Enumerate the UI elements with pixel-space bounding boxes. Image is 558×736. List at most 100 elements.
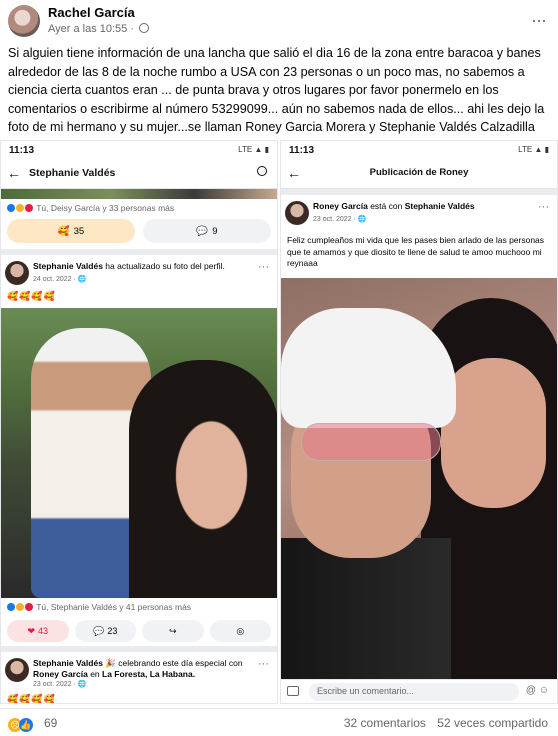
inner-date: 24 oct. 2022 · 🌐 [33,275,86,283]
more-options-button[interactable]: ··· [531,10,547,31]
inner-date-text-2: 23 oct. 2022 · [33,681,78,688]
inner-avatar [5,261,29,285]
couple-photo [1,308,277,598]
comment-icon: 💬 [196,225,209,237]
like-icon [7,204,15,212]
reactions-text: Tú, Deisy García y 33 personas más [36,203,175,213]
right-avatar [285,201,309,225]
post-footer: ☹👍 69 32 comentarios 52 veces compartido [0,708,558,736]
reaction-count[interactable]: 69 [44,716,57,730]
photo-person-woman [129,360,277,598]
inner-author-line-2: Stephanie Valdés 🎉 celebrando este día e… [33,658,243,680]
love-icon [25,204,33,212]
inner-more-icon: ··· [258,261,269,273]
post-meta: Ayer a las 10:55 · [48,23,150,35]
right-date: 23 oct. 2022 · 🌐 [313,215,366,223]
place-prefix: en [90,669,100,679]
love-button: ❤ 43 [7,620,69,642]
whatsapp-button: ◎ [209,620,271,642]
photo-man-shirt [281,537,451,682]
shares-count-link[interactable]: 52 veces compartido [437,716,548,730]
action-buttons: ❤ 43 💬 23 ↪ ◎ [1,616,277,646]
whatsapp-icon: ◎ [236,625,245,636]
comment-icons: @ ☺ [526,685,549,696]
right-more-icon: ··· [538,201,549,213]
inner-avatar-2 [5,658,29,682]
inner-post-header-2: Stephanie Valdés 🎉 celebrando este día e… [1,652,277,692]
emoji-icon: ☺ [538,685,549,696]
post-header: Rachel García Ayer a las 10:55 · ··· [0,0,558,40]
love-count: 43 [38,626,49,636]
inner-emojis: 🥰🥰🥰🥰 [7,291,56,301]
right-post-header: Roney García está con Stephanie Valdés 2… [281,195,557,229]
profile-title: Stephanie Valdés [29,167,116,179]
inner-author-line: Stephanie Valdés ha actualizado su foto … [33,261,243,272]
care-icon [16,204,24,212]
party-icon: 🎉 [105,658,116,668]
photo-strip [1,189,277,199]
comment-button: 💬 9 [143,219,271,243]
care-emoji-icon: 🥰 [57,225,70,237]
screenshot-right: 11:13 LTE ▲ ▮ ← Publicación de Roney Ron… [280,140,558,704]
inner-date-text: 24 oct. 2022 · [33,276,78,283]
reaction-icons[interactable]: ☹👍 [8,715,33,733]
inner-more-icon-2: ··· [258,658,269,670]
right-post-text: Feliz cumpleaños mi vida que les pases b… [287,235,545,268]
search-icon [257,166,267,176]
comment-bar: Escribe un comentario... @ ☺ [281,679,557,703]
right-author-line: Roney García está con Stephanie Valdés [313,201,523,212]
reactions-text-2: Tú, Stephanie Valdés y 41 personas más [36,602,192,612]
status-icons: LTE ▲ ▮ [238,145,269,154]
right-date-text: 23 oct. 2022 · [313,216,358,223]
inner-action-2: celebrando este día especial con [118,658,243,668]
status-time-right: 11:13 [289,145,315,156]
app-bar: ← Stephanie Valdés [1,159,277,189]
screenshot-left: 11:13 LTE ▲ ▮ ← Stephanie Valdés Tú, Dei… [0,140,278,704]
footer-stats: 32 comentarios 52 veces compartido [336,716,548,730]
react-count: 35 [73,225,85,237]
comment-button-2: 💬 23 [74,620,136,642]
share-icon: ↪ [168,625,177,636]
inner-date-2: 23 oct. 2022 · 🌐 [33,680,86,688]
react-button: 🥰 35 [7,219,135,243]
with-prefix: está con [370,201,403,211]
inner-author: Stephanie Valdés [33,261,103,271]
love-icon [25,603,33,611]
globe-icon [139,23,150,33]
status-time: 11:13 [9,145,35,156]
camera-icon [287,686,299,696]
photo-man-cap [281,307,456,428]
photo-woman-face [441,357,546,508]
author-name[interactable]: Rachel García [48,5,135,20]
status-bar-right: 11:13 LTE ▲ ▮ [281,141,557,159]
right-author: Roney García [313,201,368,211]
publication-title: Publicación de Roney [369,167,469,178]
comment-count: 9 [212,225,218,237]
comment-icon: 💬 [93,625,105,636]
reaction-buttons: 🥰 35 💬 9 [1,217,277,249]
care-icon [16,603,24,611]
tagged-person: Roney García [33,669,88,679]
meta-separator: · [130,23,135,35]
author-avatar[interactable] [8,5,40,37]
globe-icon: 🌐 [77,276,87,283]
post-time[interactable]: Ayer a las 10:55 [48,23,127,35]
status-icons-right: LTE ▲ ▮ [518,145,549,154]
share-button: ↪ [142,620,204,642]
selfie-photo [281,277,557,682]
like-icon [7,603,15,611]
post-text: Si alguien tiene información de una lanc… [8,46,545,134]
heart-icon: ❤ [27,625,36,636]
right-tagged: Stephanie Valdés [404,201,475,211]
place-name: La Foresta, La Habana. [102,669,196,679]
app-bar-right: ← Publicación de Roney [281,159,557,189]
status-bar: 11:13 LTE ▲ ▮ [1,141,277,159]
inner-action: ha actualizado su foto del perfil. [105,261,225,271]
at-icon: @ [525,685,536,696]
comment-count-2: 23 [107,626,118,636]
reactions-summary: Tú, Deisy García y 33 personas más [1,199,277,217]
globe-icon: 🌐 [77,681,87,688]
like-reaction-icon: 👍 [19,718,33,732]
comments-count-link[interactable]: 32 comentarios [344,716,426,730]
inner-post-header: Stephanie Valdés ha actualizado su foto … [1,255,277,289]
